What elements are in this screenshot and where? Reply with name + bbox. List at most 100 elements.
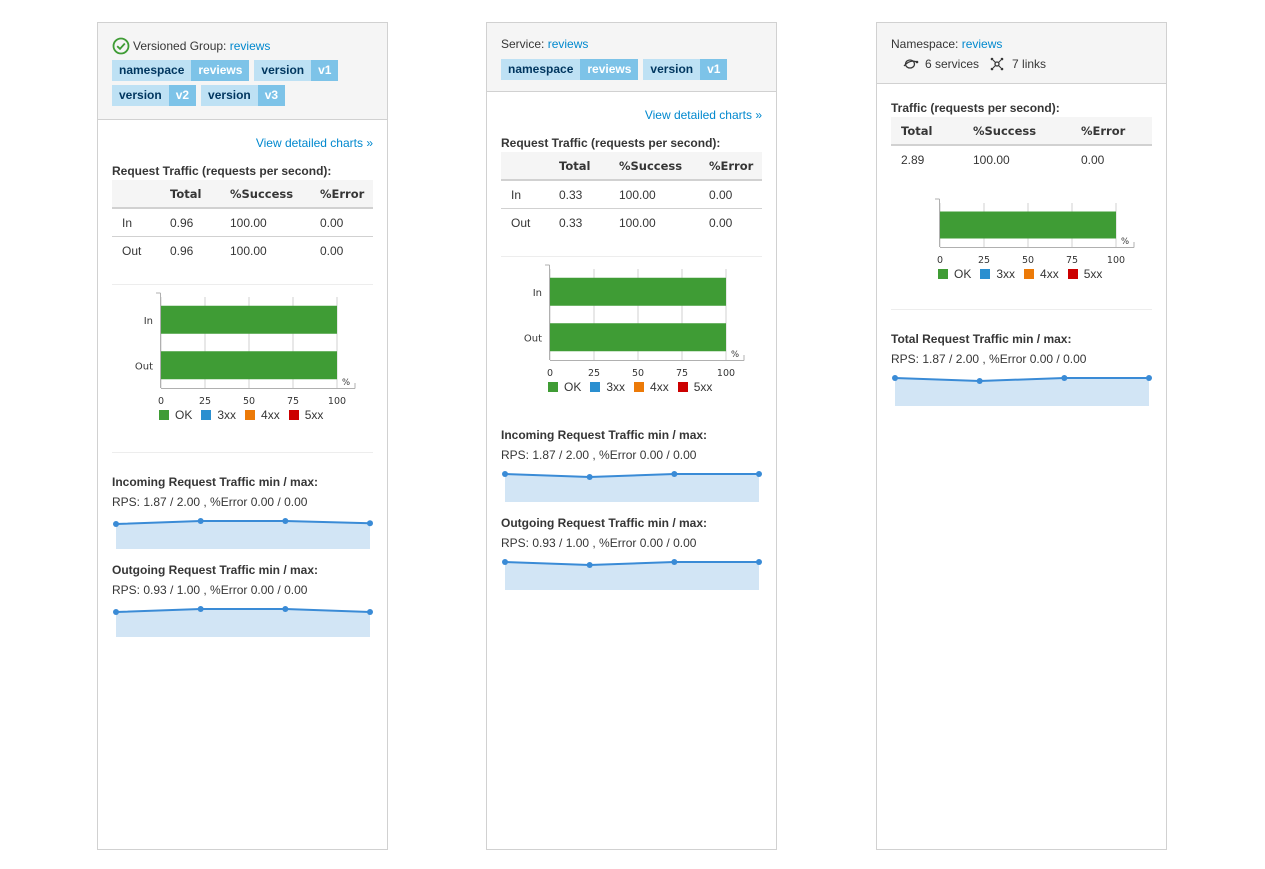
x-tick-label: 50: [243, 396, 255, 406]
legend-item-ok: OK: [548, 380, 581, 394]
sparkline-point: [502, 559, 508, 565]
legend-item-5xx: 5xx: [288, 408, 323, 422]
sparkline-point: [197, 518, 204, 524]
namespace-panel: Namespace: reviews 6 services 7 links Tr…: [876, 22, 1167, 850]
legend-item-3xx: 3xx: [590, 380, 625, 394]
table-row: In 0.96 100.00 0.00: [112, 208, 373, 237]
x-tick-label: 75: [676, 368, 688, 378]
sparkline-point: [502, 471, 508, 477]
label-version[interactable]: version v2: [112, 85, 197, 106]
table-row: 2.89 100.00 0.00: [901, 152, 1105, 167]
x-tick-label: 75: [1066, 255, 1078, 265]
legend-item-4xx: 4xx: [245, 408, 280, 422]
x-unit-label: %: [1121, 237, 1129, 247]
x-unit-label: %: [731, 350, 739, 360]
x-tick-label: 100: [717, 368, 735, 378]
title-link[interactable]: reviews: [230, 39, 271, 53]
x-tick-label: 0: [158, 396, 164, 406]
sparkline-point: [756, 471, 762, 477]
sparkline-area: [895, 378, 1149, 406]
x-tick-label: 75: [287, 396, 299, 406]
check-circle-icon: [112, 37, 130, 55]
incoming-traffic-stats: RPS: 1.87 / 2.00 , %Error 0.00 / 0.00: [112, 495, 308, 509]
category-label: Out: [524, 333, 542, 344]
traffic-bar-chart: In Out 0 25 50 75 100%: [524, 264, 745, 378]
incoming-traffic-stats: RPS: 1.87 / 2.00 , %Error 0.00 / 0.00: [501, 448, 697, 462]
label-list: namespace reviews version v1 version v2 ver…: [112, 60, 362, 106]
traffic-title: Request Traffic (requests per second):: [501, 136, 721, 150]
bar-ok-in: [161, 305, 337, 334]
outgoing-traffic-title: Outgoing Request Traffic min / max:: [112, 563, 319, 577]
title-link[interactable]: reviews: [548, 37, 589, 51]
total-traffic-title: Total Request Traffic min / max:: [891, 332, 1072, 346]
traffic-title: Request Traffic (requests per second):: [112, 164, 332, 178]
panel-title: Service: reviews: [501, 37, 762, 51]
legend-item-5xx: 5xx: [1067, 267, 1102, 281]
bar-ok-total: [940, 211, 1116, 239]
panel-header: Versioned Group: reviews namespace review…: [98, 23, 387, 120]
incoming-sparkline: [502, 471, 762, 502]
incoming-traffic-title: Incoming Request Traffic min / max:: [112, 475, 319, 489]
namespace-stats: 6 services 7 links: [891, 57, 1152, 71]
sparkline-point: [113, 609, 119, 615]
table-row: Out 0.96 100.00 0.00: [122, 243, 344, 258]
service-panel: Service: reviews namespace reviews versio…: [486, 22, 777, 850]
label-namespace[interactable]: namespace reviews: [501, 59, 639, 80]
sparkline-point: [367, 520, 373, 527]
label-version[interactable]: version v1: [643, 59, 728, 80]
table-row: Out 0.33 100.00 0.00: [511, 215, 733, 230]
bar-ok-out: [550, 323, 726, 352]
table-row: In 0.33 100.00 0.00: [501, 180, 762, 209]
traffic-title: Traffic (requests per second):: [891, 101, 1060, 115]
traffic-bar-chart: 0 25 50 75 100%: [935, 198, 1135, 265]
x-tick-label: 100: [328, 396, 346, 406]
category-label: Out: [135, 361, 153, 372]
category-label: In: [533, 288, 542, 299]
total-traffic-stats: RPS: 1.87 / 2.00 , %Error 0.00 / 0.00: [891, 352, 1087, 366]
services-icon: [903, 57, 919, 71]
x-tick-label: 0: [547, 368, 553, 378]
sparkline-area: [116, 521, 370, 549]
view-detailed-charts-link[interactable]: View detailed charts »: [112, 136, 373, 150]
panel-body: Traffic (requests per second): Total %Su…: [877, 101, 1166, 408]
legend-item-5xx: 5xx: [677, 380, 712, 394]
sparkline-point: [756, 559, 762, 565]
view-detailed-charts-link[interactable]: View detailed charts »: [501, 108, 762, 122]
panel-title: Namespace: reviews: [891, 37, 1152, 51]
traffic-table: Total %Success %Error In 0.33 100.00 0.0…: [501, 152, 762, 236]
title-prefix: Service:: [501, 37, 545, 51]
sparkline-point: [113, 521, 119, 527]
chart-legend: OK 3xx 4xx 5xx: [938, 267, 1152, 281]
chart-legend: OK 3xx 4xx 5xx: [159, 408, 373, 422]
incoming-sparkline: [113, 518, 373, 549]
total-sparkline: [892, 375, 1152, 406]
title-prefix: Versioned Group:: [133, 39, 227, 53]
sparkline-point: [671, 471, 678, 477]
bar-ok-in: [550, 277, 726, 306]
outgoing-traffic-title: Outgoing Request Traffic min / max:: [501, 516, 708, 530]
incoming-traffic-title: Incoming Request Traffic min / max:: [501, 428, 708, 442]
sparkline-point: [586, 562, 593, 568]
panel-header: Namespace: reviews 6 services 7 links: [877, 23, 1166, 84]
outgoing-traffic-stats: RPS: 0.93 / 1.00 , %Error 0.00 / 0.00: [112, 583, 308, 597]
outgoing-sparkline: [502, 559, 762, 590]
x-tick-label: 25: [588, 368, 600, 378]
legend-item-4xx: 4xx: [1024, 267, 1059, 281]
label-version[interactable]: version v1: [254, 60, 339, 81]
table-header-row: Total %Success %Error: [501, 152, 762, 181]
x-unit-label: %: [342, 378, 350, 388]
x-tick-label: 100: [1107, 255, 1125, 265]
versioned-group-panel: Versioned Group: reviews namespace review…: [97, 22, 388, 850]
table-header-row: Total %Success %Error: [112, 180, 373, 209]
label-list: namespace reviews version v1: [501, 59, 762, 80]
bar-ok-out: [161, 351, 337, 380]
panel-body: View detailed charts » Request Traffic (…: [98, 136, 387, 639]
label-version[interactable]: version v3: [201, 85, 286, 106]
sparkline-point: [1146, 375, 1152, 381]
table-header-row: Total %Success %Error: [891, 117, 1152, 146]
title-link[interactable]: reviews: [962, 37, 1003, 51]
sparkline-point: [367, 609, 373, 615]
traffic-table: Total %Success %Error 2.89 100.00 0.00: [891, 117, 1152, 173]
x-tick-label: 50: [632, 368, 644, 378]
label-namespace[interactable]: namespace reviews: [112, 60, 250, 81]
